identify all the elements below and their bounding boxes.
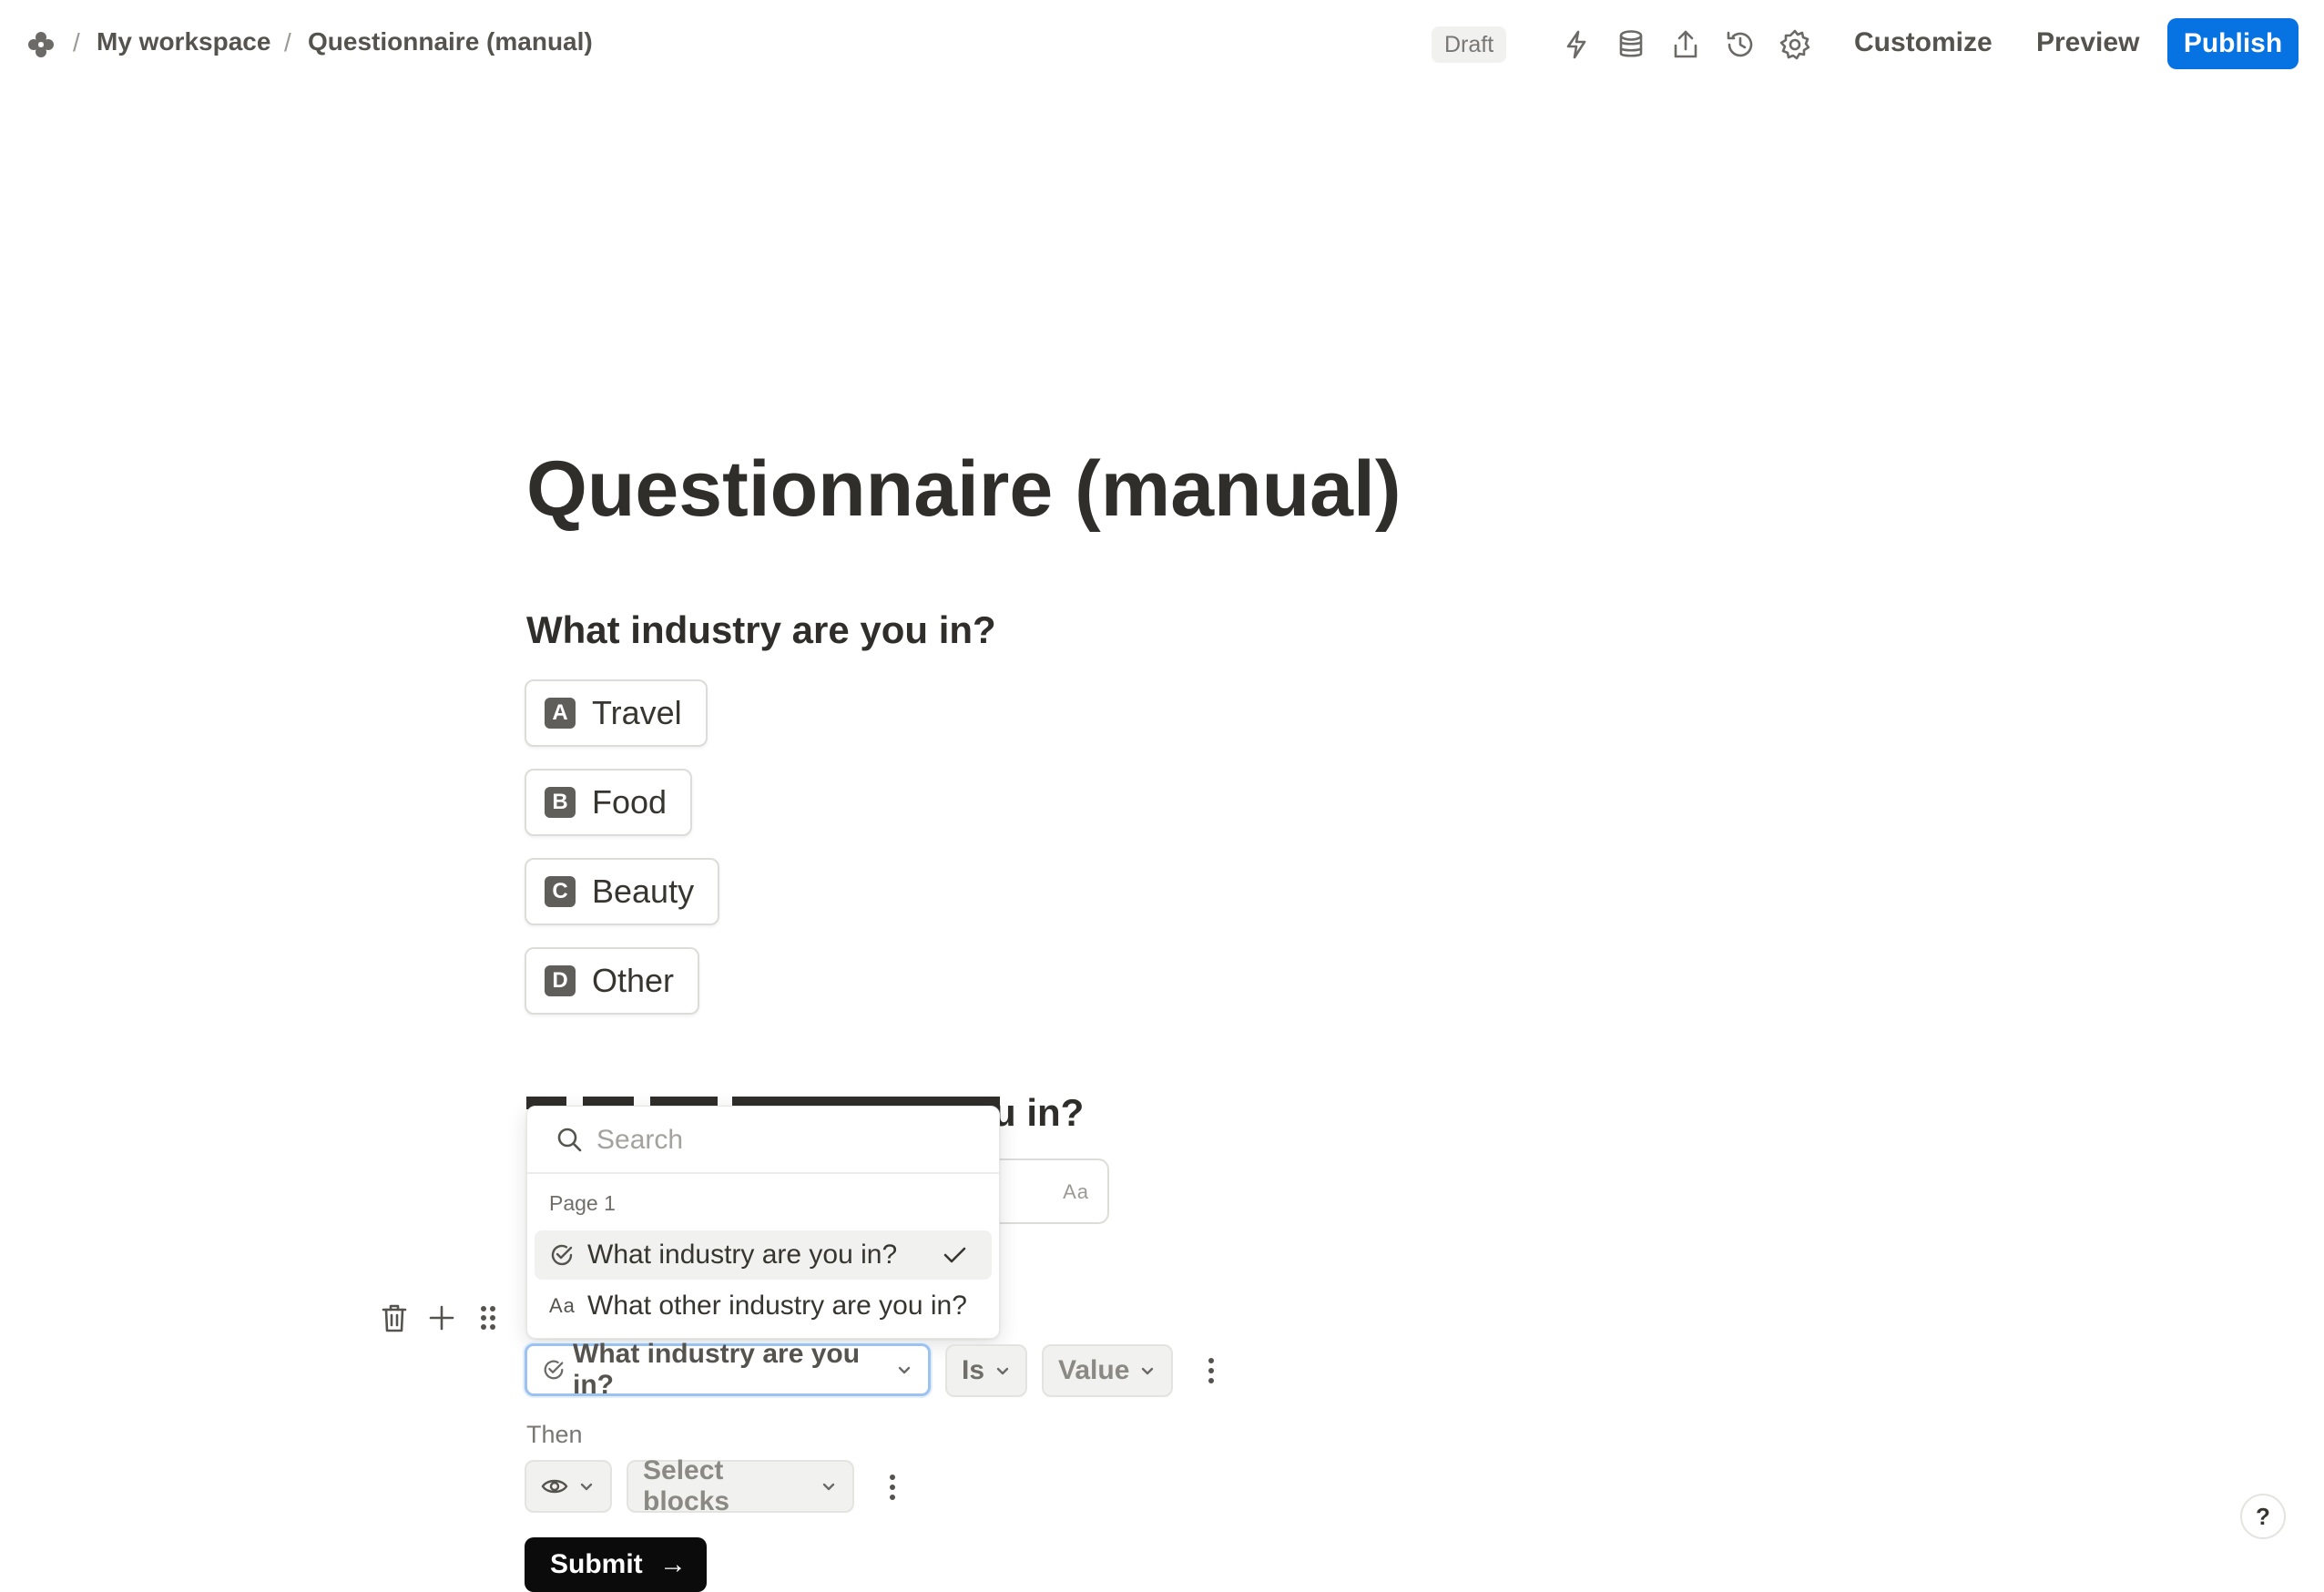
share-icon[interactable] [1668, 27, 1703, 62]
option-key: B [545, 787, 576, 818]
check-circle-icon [549, 1242, 575, 1268]
history-icon[interactable] [1723, 27, 1758, 62]
select-blocks-label: Select blocks [643, 1455, 730, 1516]
action-more-icon[interactable] [885, 1474, 900, 1501]
breadcrumb-separator: / [284, 28, 291, 56]
option-other[interactable]: D Other [525, 947, 700, 1015]
option-food[interactable]: B Food [525, 769, 693, 836]
top-bar: / My workspace / Questionnaire (manual) … [0, 0, 2324, 89]
text-input-field[interactable]: Aa [984, 1158, 1109, 1224]
arrow-right-icon: → [659, 1549, 688, 1579]
text-type-icon: Aa [1063, 1180, 1089, 1203]
chevron-down-icon [994, 1362, 1012, 1380]
eye-icon [541, 1476, 568, 1496]
option-label: Other [592, 962, 675, 999]
dropdown-item-label: What industry are you in? [587, 1240, 898, 1270]
select-blocks-dropdown[interactable]: Select blocks [627, 1455, 854, 1516]
breadcrumb-page[interactable]: Questionnaire (manual) [308, 27, 593, 56]
option-key: A [545, 698, 576, 729]
search-input[interactable]: Search [596, 1125, 683, 1156]
then-label: Then [526, 1421, 583, 1448]
question-picker-dropdown: Search Page 1 What industry are you in? … [526, 1106, 1000, 1339]
text-type-icon: Aa [549, 1294, 576, 1317]
chevron-down-icon [895, 1361, 913, 1379]
option-key: D [545, 965, 576, 996]
checkmark-icon [941, 1241, 968, 1269]
settings-icon[interactable] [1778, 27, 1812, 62]
dropdown-search[interactable]: Search [527, 1107, 999, 1174]
add-icon[interactable] [428, 1304, 455, 1332]
drag-handle-icon[interactable] [479, 1304, 497, 1332]
breadcrumb-separator: / [73, 28, 80, 56]
preview-button[interactable]: Preview [2036, 27, 2139, 58]
option-label: Beauty [592, 873, 695, 910]
chevron-down-icon [820, 1477, 838, 1495]
dropdown-section-label: Page 1 [549, 1191, 616, 1215]
database-icon[interactable] [1614, 27, 1648, 62]
condition-field-label: What industry are you in? [573, 1339, 861, 1400]
value-select[interactable]: Value [1042, 1344, 1173, 1397]
customize-button[interactable]: Customize [1854, 27, 1993, 58]
option-key: C [545, 876, 576, 907]
breadcrumb-workspace[interactable]: My workspace [97, 27, 270, 56]
condition-more-icon[interactable] [1204, 1357, 1218, 1384]
submit-button[interactable]: Submit → [525, 1537, 707, 1592]
status-badge: Draft [1432, 26, 1507, 63]
search-icon [555, 1125, 584, 1154]
operator-label: Is [962, 1355, 985, 1385]
condition-field-select[interactable]: What industry are you in? [525, 1339, 931, 1400]
dropdown-item-industry[interactable]: What industry are you in? [535, 1230, 992, 1280]
help-button[interactable]: ? [2240, 1494, 2286, 1539]
chevron-down-icon [1138, 1362, 1157, 1380]
dropdown-item-other-industry[interactable]: Aa What other industry are you in? [535, 1281, 992, 1331]
action-type-select[interactable] [525, 1460, 612, 1513]
option-travel[interactable]: A Travel [525, 679, 708, 747]
option-label: Travel [592, 694, 682, 731]
question-2-label[interactable]: u in? [993, 1091, 1084, 1135]
logo-icon[interactable] [25, 29, 56, 60]
delete-icon[interactable] [381, 1302, 408, 1333]
option-label: Food [592, 783, 668, 821]
question-1-label[interactable]: What industry are you in? [526, 608, 996, 652]
publish-button[interactable]: Publish [2167, 18, 2299, 69]
chevron-down-icon [577, 1477, 596, 1495]
lightning-icon[interactable] [1559, 27, 1594, 62]
value-label: Value [1058, 1355, 1130, 1385]
check-circle-icon [542, 1358, 566, 1382]
submit-label: Submit [550, 1549, 643, 1579]
operator-select[interactable]: Is [945, 1344, 1027, 1397]
dropdown-item-label: What other industry are you in? [587, 1291, 967, 1321]
option-beauty[interactable]: C Beauty [525, 858, 720, 925]
form-title[interactable]: Questionnaire (manual) [526, 444, 1402, 535]
